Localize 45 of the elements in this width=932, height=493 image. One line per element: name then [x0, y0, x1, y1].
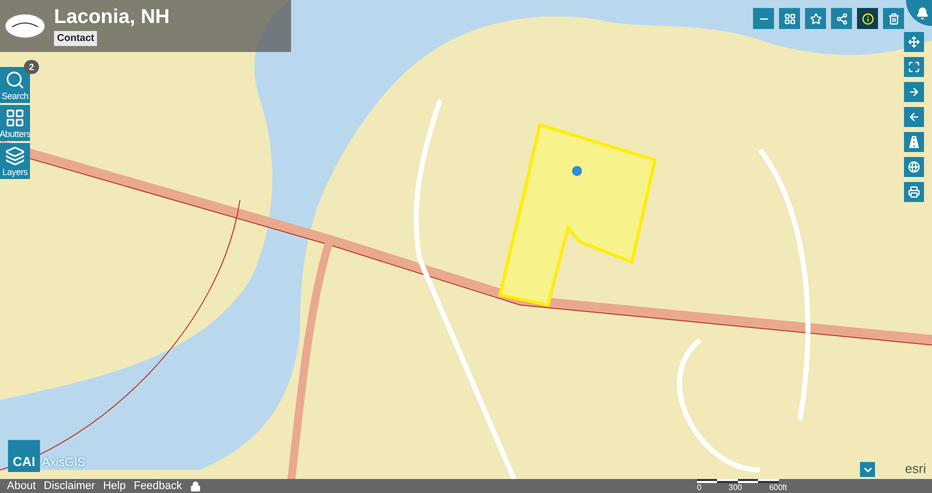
footer-link[interactable]: Help: [103, 480, 126, 492]
search-button[interactable]: Search: [0, 67, 30, 103]
road-icon: [908, 136, 920, 148]
pan-icon: [908, 36, 920, 48]
expand-icon: [908, 61, 920, 73]
globe-icon: [908, 161, 920, 173]
product-name: AxisGIS: [42, 455, 86, 471]
trash-icon: [888, 12, 900, 24]
arrow-right-icon: [908, 86, 920, 98]
footer-link[interactable]: Feedback: [134, 480, 182, 492]
pan-button[interactable]: [904, 32, 924, 52]
print-button[interactable]: [904, 182, 924, 202]
grid-icon: [784, 12, 796, 24]
grid-icon: [5, 108, 25, 128]
road-button[interactable]: [904, 132, 924, 152]
star-icon: [810, 12, 822, 24]
brand-logo: CAI: [8, 440, 40, 472]
footer-link[interactable]: About: [7, 480, 36, 492]
info-icon: [862, 12, 874, 24]
scale-label: 600ft: [769, 483, 787, 492]
trash-button[interactable]: [883, 8, 904, 29]
footer-link[interactable]: Disclaimer: [44, 480, 96, 492]
share-button[interactable]: [831, 8, 852, 29]
map-attribution: esri: [905, 461, 926, 476]
info-button[interactable]: [857, 8, 878, 29]
previous-button[interactable]: [904, 107, 924, 127]
search-icon: [5, 70, 25, 90]
contact-button[interactable]: Contact: [54, 31, 98, 46]
lock-icon[interactable]: [190, 480, 202, 492]
share-icon: [836, 12, 848, 24]
scale-label: 300: [728, 483, 742, 492]
print-icon: [908, 186, 920, 198]
globe-button[interactable]: [904, 157, 924, 177]
page-title: Laconia, NH: [54, 6, 170, 29]
extent-button[interactable]: [904, 57, 924, 77]
layers-button[interactable]: Layers: [0, 143, 30, 179]
next-button[interactable]: [904, 82, 924, 102]
star-button[interactable]: [805, 8, 826, 29]
grid-button[interactable]: [779, 8, 800, 29]
arrow-left-icon: [908, 111, 920, 123]
scale-label: 0: [697, 483, 702, 492]
expand-button[interactable]: [860, 462, 875, 477]
bell-icon: [916, 6, 929, 20]
town-seal-logo: [4, 13, 46, 39]
layers-icon: [5, 146, 25, 166]
